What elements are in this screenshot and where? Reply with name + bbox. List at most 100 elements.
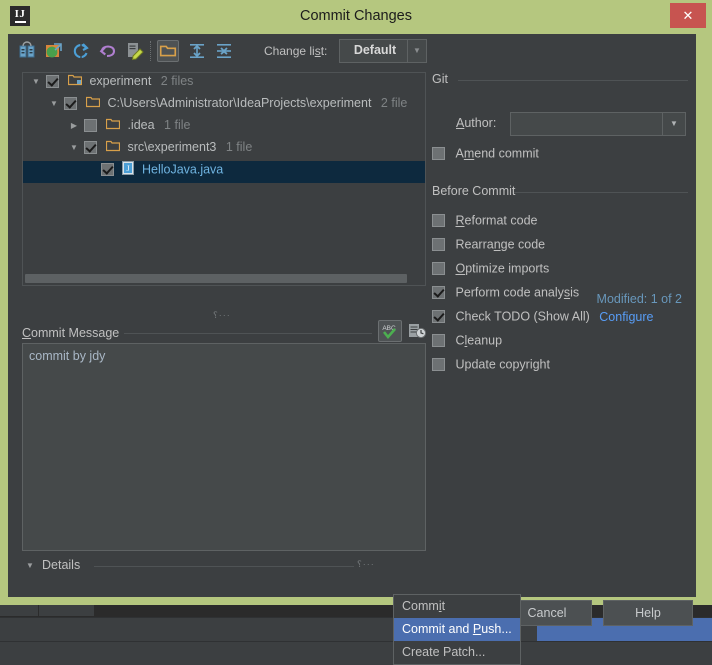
changed-files-tree[interactable]: ▼ experiment 2 files ▼ C:\Users\Administ… xyxy=(22,72,426,286)
tree-count: 2 file xyxy=(380,96,408,110)
commit-message-input[interactable]: commit by jdy xyxy=(22,343,426,551)
perform-code-analysis-checkbox[interactable]: Perform code analysis xyxy=(432,285,579,305)
show-diff-icon[interactable] xyxy=(16,40,38,62)
details-label: Details xyxy=(42,558,81,572)
tree-count: 2 files xyxy=(160,74,194,88)
label-suffix: eanup xyxy=(467,333,503,348)
update-copyright-checkbox[interactable]: Update copyright xyxy=(432,357,550,377)
chevron-down-icon[interactable]: ▼ xyxy=(407,40,426,62)
refresh-icon[interactable] xyxy=(70,40,92,62)
tree-label: .idea xyxy=(127,118,155,132)
tree-label: C:\Users\Administrator\IdeaProjects\expe… xyxy=(107,96,372,110)
cleanup-checkbox[interactable]: Cleanup xyxy=(432,333,502,353)
checkbox-box[interactable] xyxy=(432,310,445,324)
folder-icon xyxy=(105,117,121,133)
rearrange-code-label: Rearrange code xyxy=(455,238,545,252)
dialog-titlebar: IJ Commit Changes ✕ xyxy=(0,0,712,34)
ide-tab-chip[interactable] xyxy=(0,605,39,616)
options-pane: Git xyxy=(432,72,688,88)
chevron-down-icon[interactable]: ▼ xyxy=(26,561,34,570)
message-history-icon[interactable] xyxy=(407,321,427,341)
label-mnemonic: O xyxy=(455,261,466,276)
amend-commit-checkbox[interactable]: Amend commit xyxy=(432,146,539,166)
checkbox-box[interactable] xyxy=(432,334,445,348)
ide-divider xyxy=(0,641,712,642)
perform-code-analysis-label: Perform code analysis xyxy=(455,286,579,300)
checkbox-box[interactable] xyxy=(432,262,445,276)
table-row[interactable]: ▼ C:\Users\Administrator\IdeaProjects\ex… xyxy=(23,95,425,117)
table-row[interactable]: ▶ .idea 1 file xyxy=(23,117,425,139)
rearrange-code-checkbox[interactable]: Rearrange code xyxy=(432,237,545,257)
svg-text:J: J xyxy=(127,164,130,173)
amend-suffix: end commit xyxy=(474,146,539,161)
tree-checkbox[interactable] xyxy=(84,118,98,132)
chevron-down-icon[interactable]: ▼ xyxy=(662,113,685,135)
commit-message-label-text: ommit Message xyxy=(31,326,120,340)
checkbox-box[interactable] xyxy=(432,147,445,161)
tree-horizontal-scrollbar[interactable] xyxy=(24,273,424,284)
section-divider xyxy=(458,80,688,81)
tree-checkbox[interactable] xyxy=(64,96,78,110)
move-to-another-changelist-icon[interactable] xyxy=(43,40,65,62)
details-separator xyxy=(94,566,354,567)
change-list-dropdown[interactable]: Default ▼ xyxy=(339,39,427,63)
checkbox-box[interactable] xyxy=(432,286,445,300)
tree-count: 1 file xyxy=(164,118,191,132)
commit-dropdown-menu[interactable]: Commit Commit and Push... Create Patch..… xyxy=(393,594,521,665)
checkbox-box[interactable] xyxy=(432,238,445,252)
label-suffix: ptimize imports xyxy=(465,261,550,276)
author-row: Author: ▼ xyxy=(432,112,688,136)
label-mnemonic: R xyxy=(455,213,465,228)
author-input[interactable]: ▼ xyxy=(510,112,686,136)
group-by-directory-icon[interactable] xyxy=(157,40,179,62)
splitter-handle[interactable]: ⸮··· xyxy=(213,310,231,321)
commit-message-label-mnemonic: C xyxy=(22,326,32,340)
change-list-value: Default xyxy=(353,43,397,57)
module-folder-icon xyxy=(67,73,83,89)
help-button[interactable]: Help xyxy=(603,600,693,626)
details-section-toggle[interactable]: ▼ Details ⸮··· xyxy=(22,558,426,574)
folder-icon xyxy=(85,95,101,111)
configure-link[interactable]: Configure xyxy=(599,310,653,324)
collapse-all-icon[interactable] xyxy=(213,40,235,62)
menu-label-prefix: Create Patch... xyxy=(402,645,486,659)
table-row[interactable]: J HelloJava.java xyxy=(23,161,425,183)
details-splitter-handle[interactable]: ⸮··· xyxy=(357,559,375,570)
edit-source-icon[interactable] xyxy=(124,40,146,62)
git-section-header: Git xyxy=(432,72,688,88)
tree-checkbox[interactable] xyxy=(101,163,114,176)
before-commit-section-title: Before Commit xyxy=(432,184,516,198)
tree-twisty-icon[interactable]: ▼ xyxy=(29,77,43,86)
check-todo-checkbox[interactable]: Check TODO (Show All) Configure xyxy=(432,309,653,329)
expand-all-icon[interactable] xyxy=(186,40,208,62)
menu-item-create-patch[interactable]: Create Patch... xyxy=(394,641,520,664)
ide-tab-chip[interactable] xyxy=(39,605,95,616)
menu-item-commit[interactable]: Commit xyxy=(394,595,520,618)
tree-twisty-icon[interactable]: ▶ xyxy=(67,121,81,130)
toolbar-separator xyxy=(150,41,152,61)
menu-label-mnemonic: P xyxy=(472,622,482,636)
section-divider xyxy=(514,192,688,193)
menu-label-suffix: ush... xyxy=(481,622,512,636)
rollback-icon[interactable] xyxy=(97,40,119,62)
menu-label-prefix: Commit and xyxy=(402,622,473,636)
close-icon[interactable]: ✕ xyxy=(670,3,706,28)
scrollbar-thumb[interactable] xyxy=(25,274,407,283)
change-list-label-text: Change li xyxy=(264,44,315,58)
optimize-imports-checkbox[interactable]: Optimize imports xyxy=(432,261,549,281)
menu-item-commit-and-push[interactable]: Commit and Push... xyxy=(394,618,520,641)
abc-spellcheck-icon[interactable]: ABC xyxy=(378,320,402,342)
table-row[interactable]: ▼ experiment 2 files xyxy=(23,73,425,95)
tree-checkbox[interactable] xyxy=(46,74,60,88)
tree-twisty-icon[interactable]: ▼ xyxy=(67,143,81,152)
checkbox-box[interactable] xyxy=(432,358,445,372)
reformat-code-checkbox[interactable]: Reformat code xyxy=(432,213,537,233)
tree-twisty-icon[interactable]: ▼ xyxy=(47,99,61,108)
checkbox-box[interactable] xyxy=(432,214,445,228)
label-prefix: Rearra xyxy=(455,237,494,252)
change-list-label-tail: t: xyxy=(320,44,328,58)
tree-checkbox[interactable] xyxy=(84,140,98,154)
table-row[interactable]: ▼ src\experiment3 1 file xyxy=(23,139,425,161)
optimize-imports-label: Optimize imports xyxy=(455,262,549,276)
check-todo-label: Check TODO (Show All) xyxy=(455,309,590,324)
